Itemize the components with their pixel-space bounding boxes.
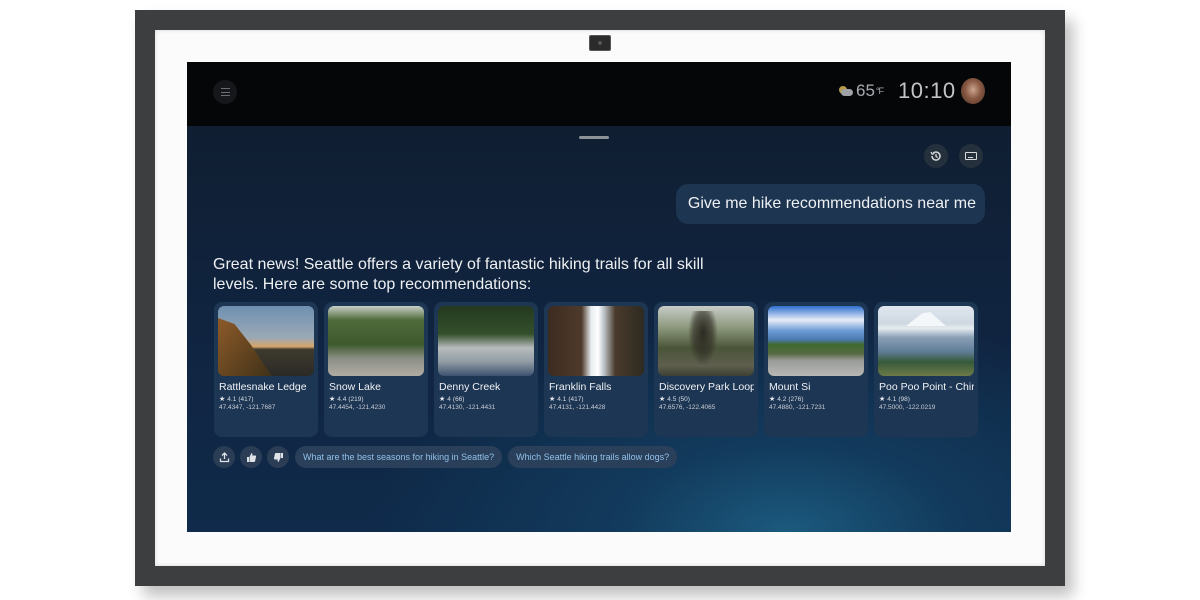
trail-card[interactable]: Franklin Falls ★ 4.1 (417) 47.4131, -121.4… [544,302,648,437]
trail-card[interactable]: Poo Poo Point - Chirico Trail ★4.1(98) 4… [874,302,978,437]
trail-name: Franklin Falls [549,381,612,393]
trail-card-list: Rattlesnake Ledge ★ 4.1 (417) 47.4347, -12… [214,302,978,437]
trail-reviews: (66) [452,395,465,403]
thumbs-up-button[interactable] [240,446,262,468]
star-icon: ★ [439,396,446,403]
trail-photo [328,306,424,376]
trail-reviews: (98) [898,395,910,403]
trail-photo [218,306,314,376]
thumbs-up-icon [246,452,256,462]
trail-photo [658,306,754,376]
history-icon [930,151,941,161]
star-icon: ★ [659,396,666,403]
trail-rating-row: ★ 4.5 (50) [658,395,754,404]
trail-photo [548,306,644,376]
menu-icon [220,88,230,96]
star-icon: ★ [219,396,226,403]
trail-card[interactable]: Mount Si ★ 4.2 (276) 47.4880, -121.7231 [764,302,868,437]
partly-cloudy-icon [837,86,853,96]
drag-handle[interactable] [579,136,609,139]
status-bar: 65 °F 10:10 [187,62,1011,126]
star-icon: ★ [549,396,556,403]
thumbs-down-button[interactable] [267,446,289,468]
menu-button[interactable] [213,80,237,104]
trail-rating-row: ★ 4.1 (417) [548,395,644,404]
trail-reviews: (50) [678,395,690,403]
trail-rating-row: ★ 4.1 (98) [878,395,974,404]
trail-coordinates: 47.4880, -121.7231 [769,404,826,411]
response-actions: What are the best seasons for hiking in … [213,446,678,468]
trail-rating-row: ★ 4.2 (276) [768,395,864,404]
suggestion-chip[interactable]: Which Seattle hiking trails allow dogs? [508,446,678,468]
trail-reviews: (417) [238,395,254,403]
trail-name: Snow Lake [329,381,381,393]
trail-card[interactable]: Discovery Park Loop ★ 4.5 (50) 47.6576, -1… [654,302,758,437]
trail-rating-row: ★ 4.4 (219) [328,395,424,404]
trail-photo [878,306,974,376]
clock: 10:10 [898,78,956,103]
trail-card[interactable]: Denny Creek ★ 4 (66) 47.4130, -121.4431 [434,302,538,437]
screen: 65 °F 10:10 Give me hike recommendations … [187,62,1011,532]
temperature: 65 [856,81,875,100]
user-message-bubble: Give me hike recommendations near me [675,184,985,224]
star-icon: ★ [879,396,886,403]
trail-name: Denny Creek [439,381,501,393]
suggestion-chip[interactable]: What are the best seasons for hiking in … [295,446,503,468]
user-avatar[interactable] [961,78,985,104]
trail-coordinates: 47.4454, -121.4230 [329,404,386,411]
camera-icon [589,35,611,51]
history-button[interactable] [924,144,948,168]
trail-rating: 4.2 [777,395,787,403]
keyboard-icon [965,152,977,160]
trail-rating: 4.5 [667,395,677,403]
share-button[interactable] [213,446,235,468]
trail-coordinates: 47.4131, -121.4428 [549,404,606,411]
star-icon: ★ [329,396,336,403]
temperature-unit: °F [875,86,884,96]
trail-name: Rattlesnake Ledge [219,381,307,393]
trail-coordinates: 47.4130, -121.4431 [439,404,496,411]
trail-rating: 4.1 [227,395,237,403]
trail-name: Mount Si [769,381,811,393]
trail-coordinates: 47.6576, -122.4065 [659,404,716,411]
trail-rating: 4.1 [887,395,897,403]
trail-coordinates: 47.5000, -122.0219 [879,404,936,411]
trail-name: Discovery Park Loop [659,381,754,393]
trail-card[interactable]: Rattlesnake Ledge ★ 4.1 (417) 47.4347, -12… [214,302,318,437]
weather-widget[interactable]: 65 °F [837,81,884,101]
assistant-message: Great news! Seattle offers a variety of … [213,256,704,293]
star-icon: ★ [769,396,776,403]
share-icon [219,451,229,462]
keyboard-button[interactable] [959,144,983,168]
trail-photo [438,306,534,376]
trail-reviews: (219) [348,395,364,403]
trail-reviews: (276) [788,395,804,403]
thumbs-down-icon [273,452,283,462]
trail-rating-row: ★ 4.1 (417) [218,395,314,404]
trail-photo [768,306,864,376]
trail-card[interactable]: Snow Lake ★ 4.4 (219) 47.4454, -121.4230 [324,302,428,437]
trail-name: Poo Poo Point - Chirico Trail [879,381,974,393]
trail-rating: 4.1 [557,395,567,403]
trail-rating: 4 [447,395,451,403]
trail-rating-row: ★ 4 (66) [438,395,534,404]
trail-rating: 4.4 [337,395,347,403]
trail-reviews: (417) [568,395,584,403]
trail-coordinates: 47.4347, -121.7687 [219,404,276,411]
